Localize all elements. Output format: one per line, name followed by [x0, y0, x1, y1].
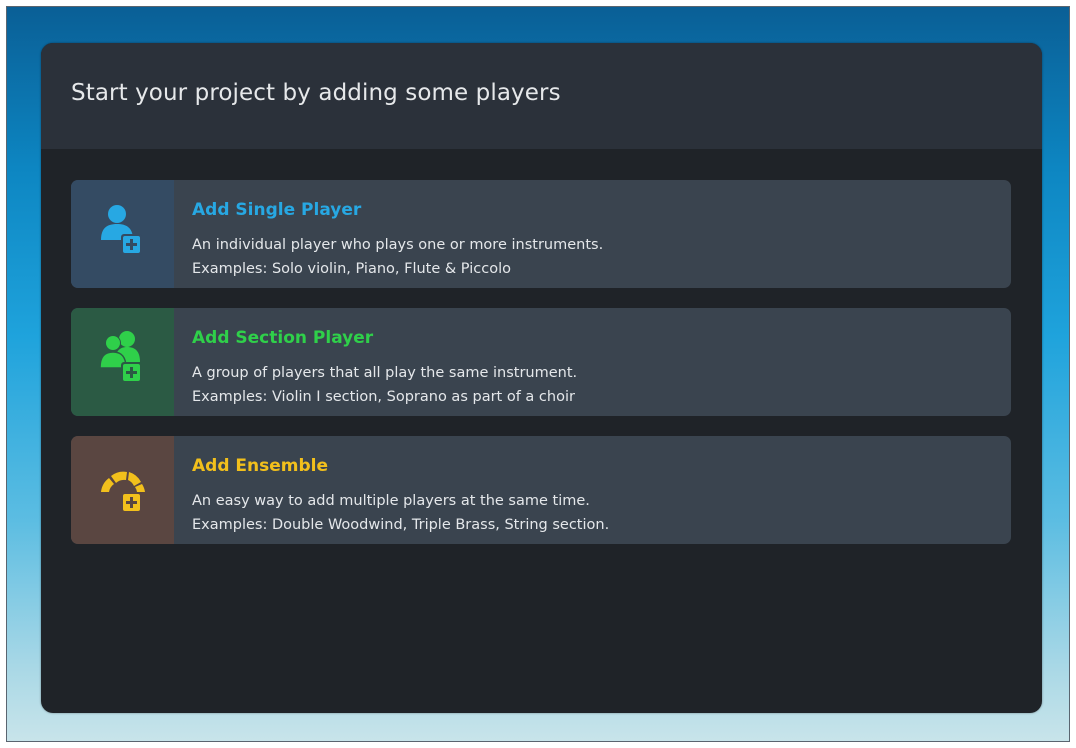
- ensemble-examples: Examples: Double Woodwind, Triple Brass,…: [192, 517, 610, 533]
- ensemble-add-icon: [101, 471, 145, 513]
- section-player-examples: Examples: Violin I section, Soprano as p…: [192, 389, 575, 405]
- single-player-description: An individual player who plays one or mo…: [192, 237, 604, 253]
- section-player-description: A group of players that all play the sam…: [192, 365, 578, 381]
- single-player-add-icon: [101, 205, 142, 255]
- single-player-description-block: An individual player who plays one or mo…: [192, 233, 603, 281]
- ensemble-icon-box: [71, 436, 174, 544]
- ensemble-description-block: An easy way to add multiple players at t…: [192, 489, 609, 537]
- app-window: Start your project by adding some player…: [6, 6, 1070, 742]
- add-single-player-button[interactable]: Add Single Player An individual player w…: [71, 180, 1011, 288]
- add-section-player-button[interactable]: Add Section Player A group of players th…: [71, 308, 1011, 416]
- add-players-dialog: Start your project by adding some player…: [41, 43, 1042, 713]
- section-player-add-icon: [99, 331, 142, 383]
- ensemble-title: Add Ensemble: [192, 456, 329, 476]
- section-player-description-block: A group of players that all play the sam…: [192, 361, 577, 409]
- ensemble-description: An easy way to add multiple players at t…: [192, 493, 590, 509]
- dialog-title: Start your project by adding some player…: [71, 80, 561, 106]
- single-player-examples: Examples: Solo violin, Piano, Flute & Pi…: [192, 261, 511, 277]
- section-player-icon-box: [71, 308, 174, 416]
- section-player-title: Add Section Player: [192, 328, 374, 348]
- single-player-icon-box: [71, 180, 174, 288]
- single-player-title: Add Single Player: [192, 200, 362, 220]
- dialog-header: Start your project by adding some player…: [41, 43, 1042, 149]
- add-ensemble-button[interactable]: Add Ensemble An easy way to add multiple…: [71, 436, 1011, 544]
